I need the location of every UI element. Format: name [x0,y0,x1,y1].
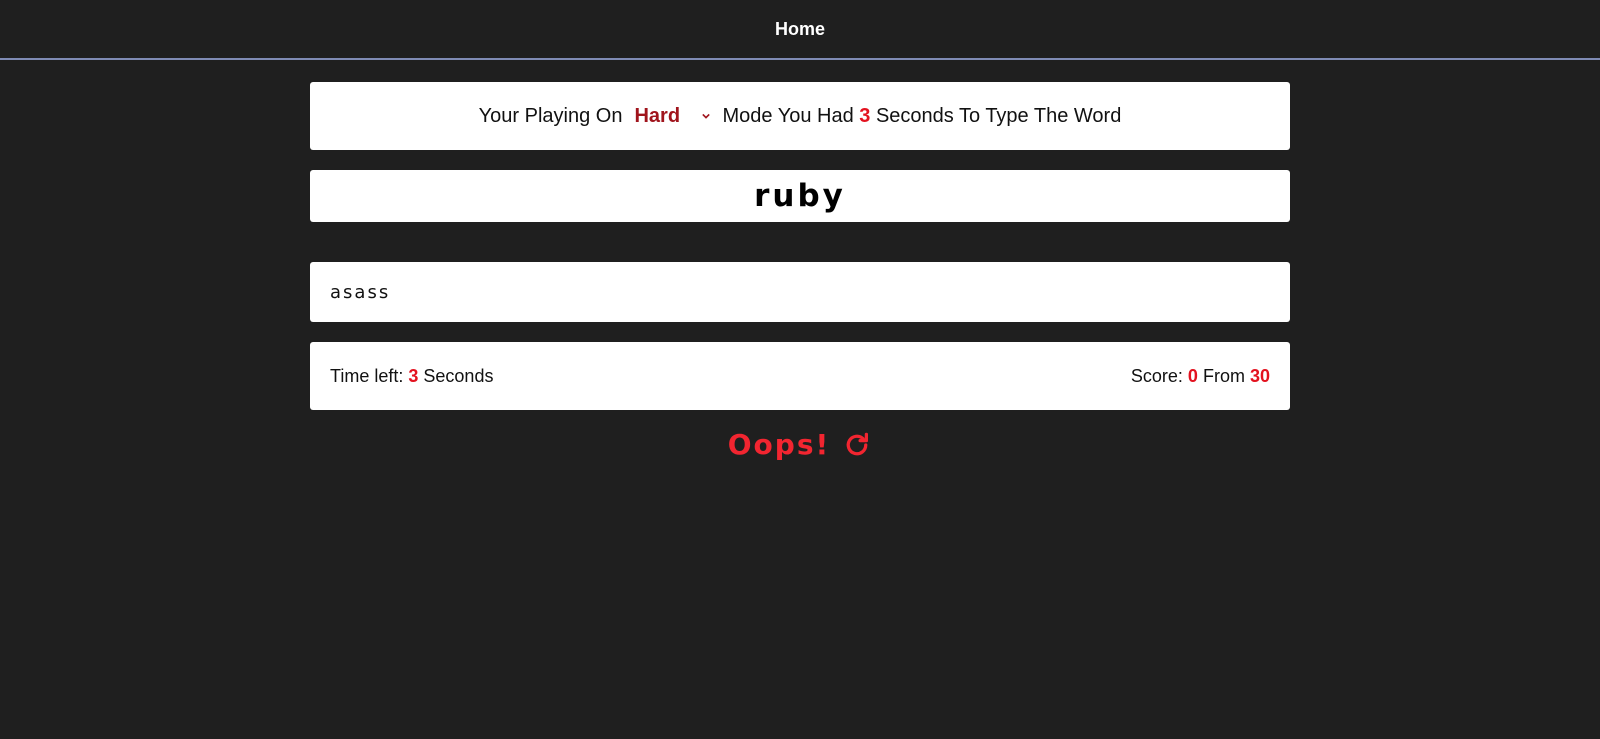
home-link[interactable]: Home [775,19,825,40]
status-bar: Time left: 3 Seconds Score: 0 From 30 [310,342,1290,410]
mode-middle-text: Mode You Had [722,104,854,127]
mode-prefix-text: Your Playing On [478,104,623,127]
difficulty-select[interactable]: Hard [634,104,711,128]
current-word-display: ruby [310,170,1290,222]
word-input[interactable] [310,262,1290,322]
time-left-value: 3 [408,365,419,386]
current-word: ruby [754,178,846,214]
top-navbar: Home [0,0,1600,60]
score-label: Score: [1130,365,1183,386]
score: Score: 0 From 30 [1131,366,1270,387]
chevron-down-icon [702,113,711,119]
mode-info-bar: Your Playing On Hard Mode You Had 3 Seco… [310,82,1290,150]
game-over-message[interactable]: Oops! [0,428,1600,461]
time-left: Time left: 3 Seconds [330,366,493,387]
time-left-label: Time left: [330,365,404,386]
restart-icon[interactable] [842,430,872,460]
score-from-label: From [1202,365,1245,386]
seconds-value: 3 [859,104,871,127]
score-total: 30 [1249,365,1270,386]
difficulty-value: Hard [634,104,681,127]
score-value: 0 [1187,365,1198,386]
oops-text: Oops! [727,428,831,461]
mode-suffix-text: Seconds To Type The Word [875,104,1122,127]
time-left-unit: Seconds [423,365,494,386]
